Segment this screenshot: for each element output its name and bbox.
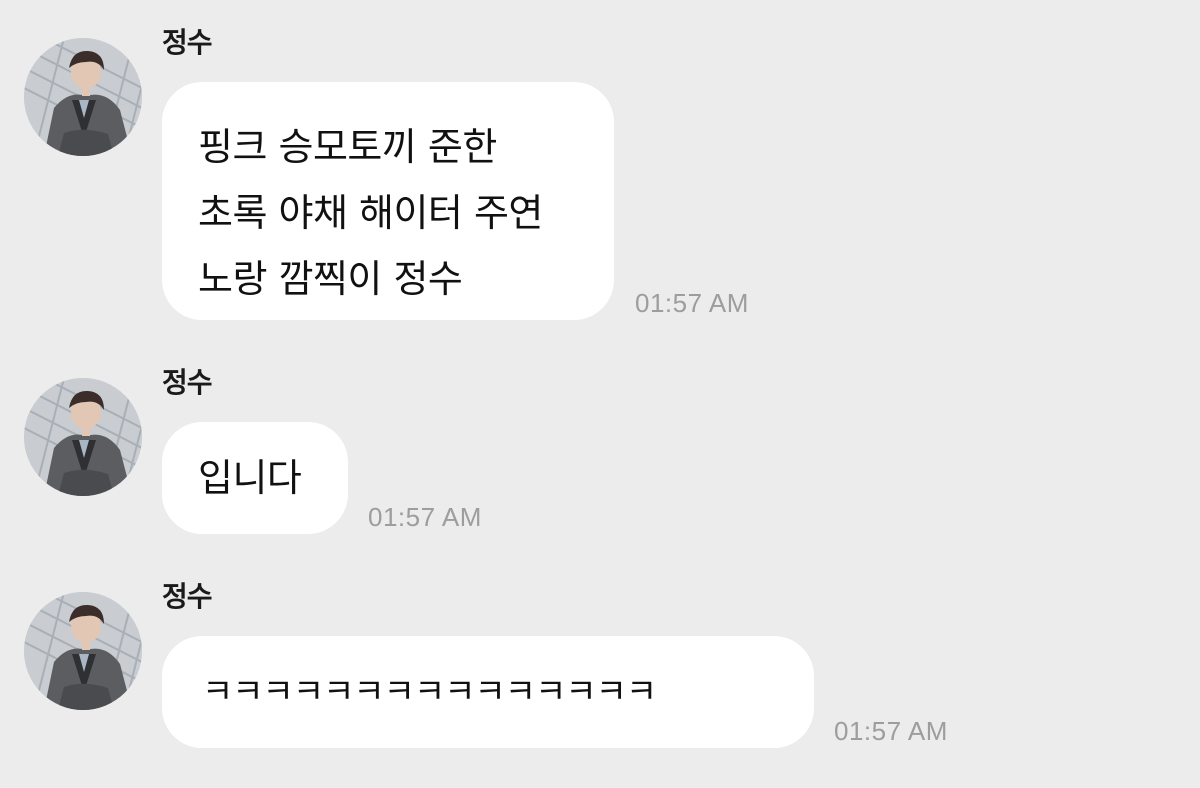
message-timestamp: 01:57 AM: [834, 716, 948, 746]
message-text: 초록 야채 해이터 주연: [198, 191, 543, 235]
message-text: 핑크 승모토끼 준한: [198, 125, 497, 169]
message-bubble[interactable]: 입니다: [162, 422, 348, 534]
avatar[interactable]: [24, 38, 142, 156]
avatar[interactable]: [24, 592, 142, 710]
message-bubble[interactable]: 핑크 승모토끼 준한 초록 야채 해이터 주연 노랑 깜찍이 정수: [162, 82, 614, 320]
profile-photo-icon: [24, 38, 142, 156]
message-timestamp: 01:57 AM: [368, 502, 482, 532]
sender-name: 정수: [162, 26, 213, 59]
message-timestamp: 01:57 AM: [635, 288, 749, 318]
sender-name: 정수: [162, 580, 213, 613]
avatar[interactable]: [24, 378, 142, 496]
message-text: 입니다: [198, 456, 302, 500]
profile-photo-icon: [24, 378, 142, 496]
message-text: ㅋㅋㅋㅋㅋㅋㅋㅋㅋㅋㅋㅋㅋㅋㅋ: [202, 672, 657, 712]
message-bubble[interactable]: ㅋㅋㅋㅋㅋㅋㅋㅋㅋㅋㅋㅋㅋㅋㅋ: [162, 636, 814, 748]
message-text: 노랑 깜찍이 정수: [198, 257, 463, 301]
profile-photo-icon: [24, 592, 142, 710]
sender-name: 정수: [162, 366, 213, 399]
